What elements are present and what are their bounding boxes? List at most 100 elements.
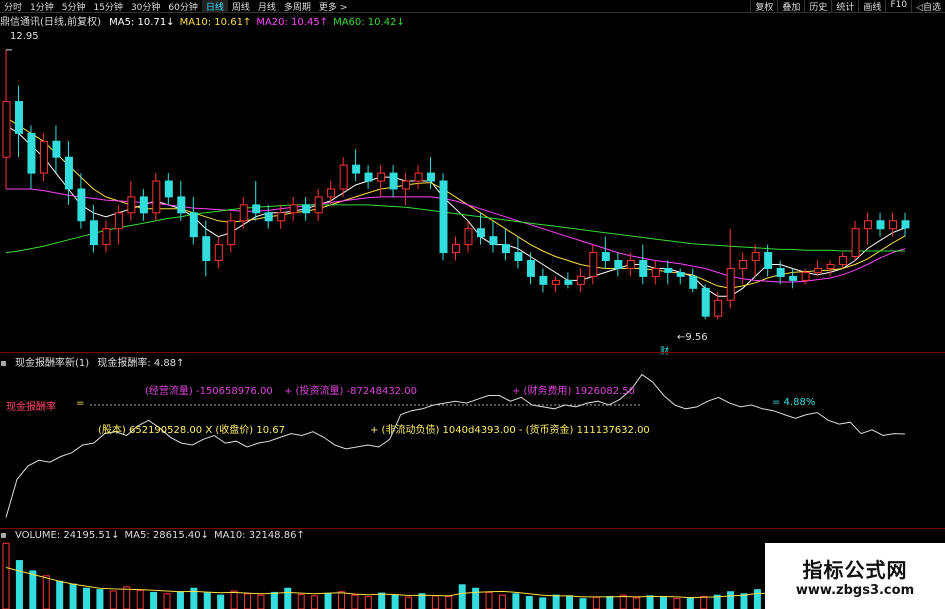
candle-body (589, 252, 598, 277)
candle-body (277, 212, 286, 222)
candle-body (427, 172, 436, 182)
candle-body (239, 204, 248, 222)
volume-bar (109, 590, 117, 609)
volume-bar (42, 575, 50, 609)
volume-bar (2, 542, 10, 609)
candle-body (751, 252, 760, 262)
high-price-value: 12.95 (10, 31, 39, 42)
formula-operating-flow: (经营流量) -150658976.00 (145, 386, 273, 397)
candle-body (314, 196, 323, 214)
candle-body (601, 252, 610, 262)
formula-finance-cost: + (财务费用) 1926082.50 (512, 386, 635, 397)
indicator-current-value: = 4.88% (772, 397, 816, 408)
candle-body (889, 220, 898, 230)
candle-body (639, 260, 648, 277)
candle-body (439, 180, 448, 254)
volume-bar (498, 594, 506, 609)
candle-body (489, 236, 498, 246)
volume-bar (552, 594, 560, 609)
volume-bar (458, 584, 466, 609)
volume-bar (217, 594, 225, 609)
candle-body (377, 172, 386, 182)
volume-legend-item-2: MA10: 32148.86↑ (213, 530, 305, 541)
volume-bar (284, 587, 292, 609)
formula-denominator-b: + (非流动负债) 1040d4393.00 - (货币资金) 11113763… (370, 425, 650, 436)
formula-left-label: 现金报酬率 (6, 402, 56, 413)
volume-bar (337, 591, 345, 609)
formula-equals: = (76, 398, 85, 409)
volume-bar (539, 597, 547, 609)
volume-bar (727, 591, 735, 609)
volume-bar (619, 594, 627, 609)
candle-body (14, 101, 23, 134)
volume-bar (485, 591, 493, 609)
indicator-line (5, 373, 906, 518)
volume-bar (606, 596, 614, 609)
panel-divider-2 (0, 528, 945, 529)
candle-body (364, 172, 373, 182)
candle-body (152, 180, 161, 214)
low-price-value: 9.56 (685, 332, 708, 343)
candle-body (89, 220, 98, 246)
volume-bar (324, 593, 332, 609)
candle-body (227, 220, 236, 246)
formula-investing-flow: + (投资流量) -87248432.00 (284, 386, 417, 397)
candle-body (177, 196, 186, 214)
candle-body (114, 212, 123, 230)
candle-body (389, 172, 398, 190)
volume-bar (364, 596, 372, 609)
volume-bar (15, 560, 23, 609)
candle-body (701, 287, 710, 317)
volume-bar (378, 592, 386, 609)
volume-bar (592, 596, 600, 609)
volume-legend-item-1: MA5: 28615.40↓ (124, 530, 209, 541)
candle-body (851, 228, 860, 258)
candle-body (539, 275, 548, 285)
candle-body (839, 256, 848, 265)
volume-bar (740, 593, 748, 609)
candle-body (27, 132, 36, 174)
volume-bar (270, 591, 278, 609)
candle-body (726, 267, 735, 301)
candle-body (289, 204, 298, 214)
candle-body (39, 140, 48, 174)
candle-body (901, 220, 910, 229)
finance-marker[interactable]: 财 (660, 344, 669, 357)
volume-legend-item-0: VOLUME: 24195.51↓ (14, 530, 120, 541)
watermark-url: www.zbgs3.com (795, 583, 915, 598)
candle-body (2, 101, 11, 158)
candle-body (676, 271, 685, 277)
candle-body (714, 299, 723, 317)
volume-bar (136, 589, 144, 609)
candle-body (864, 220, 873, 230)
candle-body (651, 267, 660, 277)
candle-body (339, 164, 348, 190)
candle-body (476, 228, 485, 238)
watermark-logo: 指标公式网 www.zbgs3.com (765, 543, 945, 609)
candle-body (127, 196, 136, 214)
volume-bar (700, 596, 708, 609)
candle-body (452, 244, 460, 254)
candle-body (164, 180, 173, 198)
candle-body (402, 180, 411, 190)
volume-bar (311, 595, 319, 609)
volume-bar (150, 591, 158, 609)
volume-bar (29, 570, 37, 609)
panel-divider-1 (0, 352, 945, 353)
volume-bar (163, 593, 171, 609)
indicator-value: 现金报酬率: 4.88↑ (97, 358, 185, 369)
candle-body (77, 188, 86, 222)
candle-body (501, 244, 510, 254)
candle-body (551, 279, 560, 285)
candle-body (514, 252, 523, 262)
volume-bar (566, 595, 574, 609)
volume-bar (659, 596, 667, 609)
candle-body (764, 252, 773, 269)
volume-bar (512, 593, 520, 609)
candle-body (189, 212, 198, 238)
candle-body (327, 188, 336, 198)
candle-body (801, 271, 810, 281)
high-price-label: 12.95 (10, 31, 39, 42)
volume-legend-items: VOLUME: 24195.51↓ MA5: 28615.40↓ MA10: 321… (15, 530, 310, 541)
indicator-name: 现金报酬率新(1) (14, 358, 90, 369)
